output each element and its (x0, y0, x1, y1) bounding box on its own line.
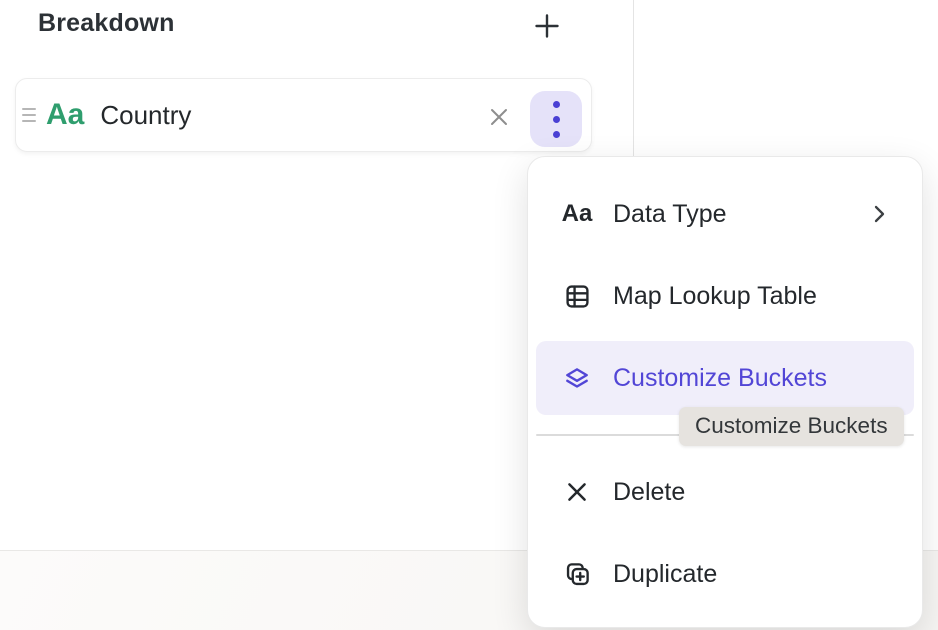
kebab-menu-icon (553, 101, 560, 138)
panel-header: Breakdown (0, 0, 633, 60)
table-icon (560, 283, 594, 310)
field-context-menu: Aa Data Type Map Lookup Table (527, 156, 923, 628)
chevron-right-icon (868, 203, 890, 225)
text-type-icon: Aa (560, 202, 594, 226)
close-icon (485, 103, 513, 131)
menu-item-map-lookup-table[interactable]: Map Lookup Table (536, 259, 914, 333)
menu-item-data-type[interactable]: Aa Data Type (536, 177, 914, 251)
copy-plus-icon (560, 561, 594, 588)
menu-item-label: Customize Buckets (613, 364, 827, 393)
field-label: Country (100, 100, 191, 131)
x-icon (560, 479, 594, 505)
text-type-icon: Aa (46, 100, 84, 130)
stack-icon (560, 365, 594, 391)
customize-buckets-tooltip: Customize Buckets (679, 407, 904, 446)
page-title: Breakdown (38, 9, 175, 38)
menu-item-label: Data Type (613, 200, 727, 229)
menu-item-label: Delete (613, 478, 685, 507)
breakdown-field-card[interactable]: Aa Country (15, 78, 592, 152)
add-breakdown-button[interactable] (529, 8, 565, 44)
field-menu-button[interactable] (530, 91, 582, 147)
remove-field-button[interactable] (483, 101, 515, 133)
menu-item-label: Map Lookup Table (613, 282, 817, 311)
menu-item-label: Duplicate (613, 560, 717, 589)
drag-handle-icon[interactable] (22, 108, 36, 122)
plus-icon (532, 11, 562, 41)
menu-item-duplicate[interactable]: Duplicate (536, 537, 914, 611)
menu-item-delete[interactable]: Delete (536, 455, 914, 529)
menu-item-customize-buckets[interactable]: Customize Buckets (536, 341, 914, 415)
